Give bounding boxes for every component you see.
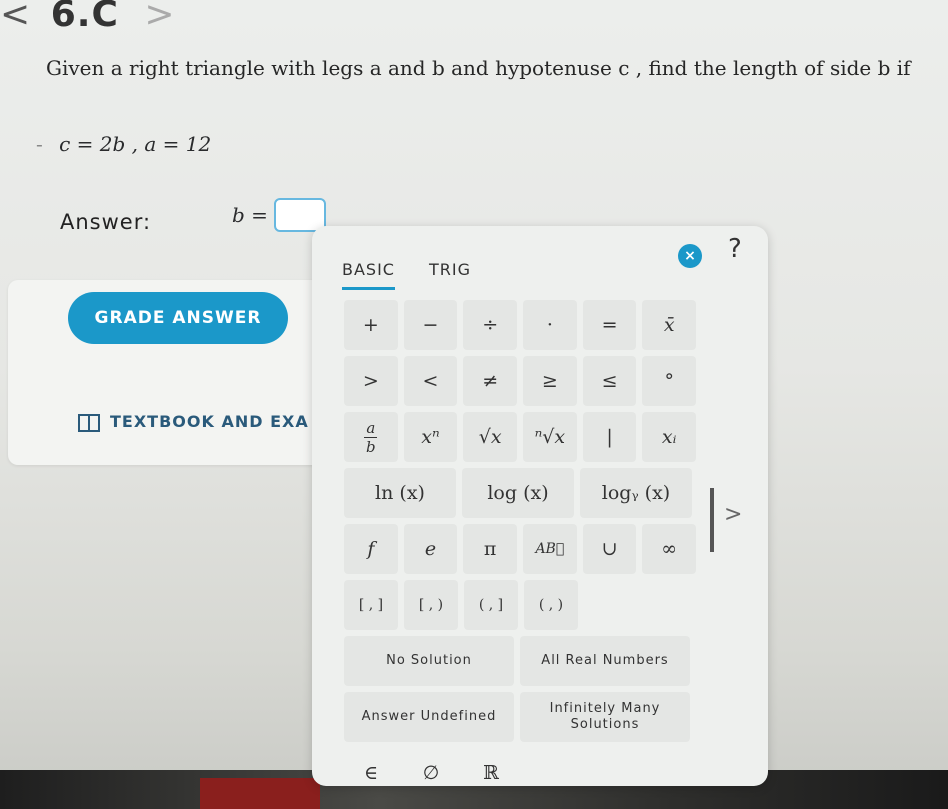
key-half-open-right[interactable]: [ , ) bbox=[404, 580, 458, 630]
section-header: < 6.C > bbox=[0, 0, 176, 35]
key-divide[interactable]: ÷ bbox=[463, 300, 518, 350]
forward-chevron-icon[interactable]: > bbox=[144, 0, 175, 35]
chevron-right-icon[interactable]: > bbox=[724, 502, 742, 527]
keypad-grid: + − ÷ · = x̄ > < ≠ ≥ ≤ ° a b xⁿ √x ⁿ√x |… bbox=[344, 300, 697, 804]
key-log-base[interactable]: logᵧ (x) bbox=[580, 468, 692, 518]
key-infinitely-many[interactable]: Infinitely Many Solutions bbox=[520, 692, 690, 742]
fraction-icon: a b bbox=[364, 418, 378, 456]
key-element-of[interactable]: ∈ bbox=[344, 748, 398, 798]
answer-equation: b = bbox=[232, 198, 326, 232]
keypad-tabs: BASIC TRIG bbox=[342, 260, 471, 290]
fraction-numerator: a bbox=[364, 418, 378, 438]
grade-answer-button[interactable]: GRADE ANSWER bbox=[68, 292, 288, 344]
key-union[interactable]: ∪ bbox=[582, 524, 637, 574]
given-conditions: - c = 2b , a = 12 bbox=[36, 132, 211, 156]
key-equals[interactable]: = bbox=[582, 300, 637, 350]
key-all-real-numbers[interactable]: All Real Numbers bbox=[520, 636, 690, 686]
key-less-than[interactable]: < bbox=[403, 356, 458, 406]
key-minus[interactable]: − bbox=[403, 300, 458, 350]
key-vector[interactable]: AB⃗ bbox=[523, 524, 577, 574]
book-icon bbox=[78, 413, 100, 432]
key-fraction[interactable]: a b bbox=[344, 412, 398, 462]
help-icon[interactable]: ? bbox=[728, 234, 742, 264]
answer-variable: b = bbox=[232, 203, 268, 227]
key-open-interval[interactable]: ( , ) bbox=[524, 580, 578, 630]
key-real-numbers[interactable]: ℝ bbox=[464, 748, 518, 798]
key-power[interactable]: xⁿ bbox=[403, 412, 458, 462]
keypad-row-operators: + − ÷ · = x̄ bbox=[344, 300, 697, 350]
key-greater-equal[interactable]: ≥ bbox=[523, 356, 577, 406]
keypad-row-constants: f e π AB⃗ ∪ ∞ bbox=[344, 524, 697, 574]
keypad-scrollbar[interactable] bbox=[710, 488, 714, 552]
key-square-root[interactable]: √x bbox=[463, 412, 518, 462]
key-infinity[interactable]: ∞ bbox=[642, 524, 697, 574]
key-multiply-dot[interactable]: · bbox=[523, 300, 577, 350]
question-text: Given a right triangle with legs a and b… bbox=[46, 56, 911, 80]
keypad-row-intervals: [ , ] [ , ) ( , ] ( , ) bbox=[344, 580, 696, 630]
key-not-equal[interactable]: ≠ bbox=[463, 356, 518, 406]
desk-object bbox=[200, 778, 320, 809]
key-natural-log[interactable]: ln (x) bbox=[344, 468, 456, 518]
key-answer-undefined[interactable]: Answer Undefined bbox=[344, 692, 514, 742]
keypad-row-comparisons: > < ≠ ≥ ≤ ° bbox=[344, 356, 697, 406]
textbook-link[interactable]: TEXTBOOK AND EXA bbox=[78, 412, 309, 432]
answer-label: Answer: bbox=[60, 210, 152, 234]
tab-trig[interactable]: TRIG bbox=[429, 260, 471, 290]
key-closed-interval[interactable]: [ , ] bbox=[344, 580, 398, 630]
key-greater-than[interactable]: > bbox=[344, 356, 398, 406]
key-no-solution[interactable]: No Solution bbox=[344, 636, 514, 686]
key-subscript[interactable]: xᵢ bbox=[642, 412, 697, 462]
keypad-row-solutions-a: No Solution All Real Numbers bbox=[344, 636, 696, 686]
key-nth-root[interactable]: ⁿ√x bbox=[523, 412, 577, 462]
keypad-row-logs: ln (x) log (x) logᵧ (x) bbox=[344, 468, 696, 518]
close-icon[interactable]: × bbox=[678, 244, 702, 268]
textbook-link-label: TEXTBOOK AND EXA bbox=[110, 412, 309, 431]
key-degree[interactable]: ° bbox=[642, 356, 697, 406]
keypad-row-solutions-b: Answer Undefined Infinitely Many Solutio… bbox=[344, 692, 696, 742]
keypad-row-expressions: a b xⁿ √x ⁿ√x | xᵢ bbox=[344, 412, 697, 462]
given-equations: c = 2b , a = 12 bbox=[59, 132, 212, 156]
math-keypad: BASIC TRIG × ? + − ÷ · = x̄ > < ≠ ≥ ≤ ° … bbox=[312, 226, 768, 786]
back-chevron-icon[interactable]: < bbox=[0, 0, 31, 35]
key-function[interactable]: f bbox=[344, 524, 398, 574]
key-log[interactable]: log (x) bbox=[462, 468, 574, 518]
key-plus[interactable]: + bbox=[344, 300, 398, 350]
section-number: 6.C bbox=[50, 0, 119, 35]
fraction-denominator: b bbox=[366, 437, 376, 456]
key-absolute-value[interactable]: | bbox=[582, 412, 637, 462]
tab-basic[interactable]: BASIC bbox=[342, 260, 395, 290]
key-half-open-left[interactable]: ( , ] bbox=[464, 580, 518, 630]
key-empty-set[interactable]: ∅ bbox=[404, 748, 458, 798]
keypad-row-sets: ∈ ∅ ℝ bbox=[344, 748, 696, 798]
key-pi[interactable]: π bbox=[463, 524, 518, 574]
key-e[interactable]: e bbox=[403, 524, 458, 574]
key-x-bar[interactable]: x̄ bbox=[642, 300, 697, 350]
bullet-dash: - bbox=[36, 132, 43, 156]
key-less-equal[interactable]: ≤ bbox=[582, 356, 637, 406]
